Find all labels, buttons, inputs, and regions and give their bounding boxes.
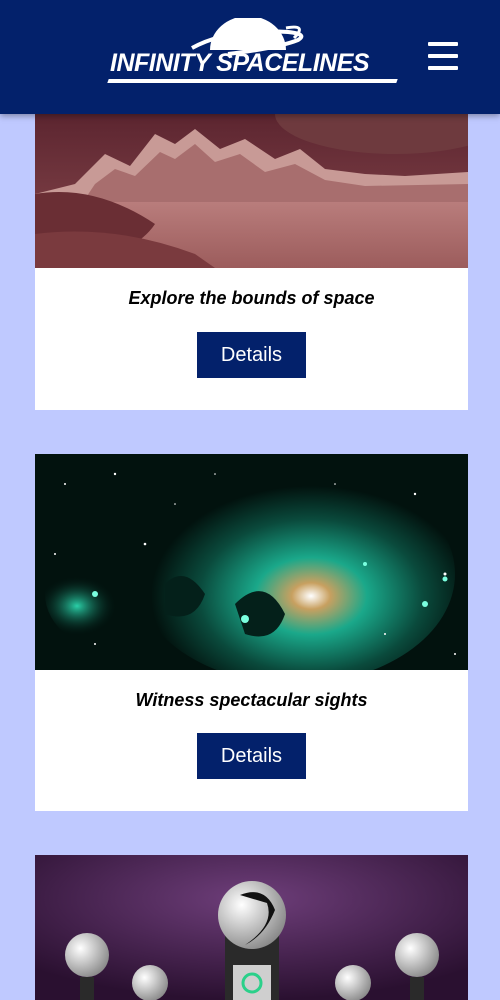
red-planet-landscape-image	[35, 114, 468, 268]
logo-underline	[107, 79, 398, 83]
site-header: INFINITY SPACELINES	[0, 0, 500, 114]
card-explore: Explore the bounds of space Details	[35, 114, 468, 410]
green-nebula-image	[35, 454, 468, 670]
card-title: Witness spectacular sights	[135, 690, 368, 710]
hamburger-menu-icon[interactable]	[428, 42, 462, 70]
logo-text: INFINITY SPACELINES	[110, 49, 370, 77]
card-witness: Witness spectacular sights Details	[35, 454, 468, 811]
card-title: Explore the bounds of space	[128, 288, 375, 308]
robot-theater-image	[35, 855, 468, 1000]
infinity-spacelines-logo[interactable]: INFINITY SPACELINES	[107, 18, 404, 88]
details-button[interactable]: Details	[197, 332, 306, 378]
card-robot-theater	[35, 855, 468, 1000]
details-button[interactable]: Details	[197, 733, 306, 779]
